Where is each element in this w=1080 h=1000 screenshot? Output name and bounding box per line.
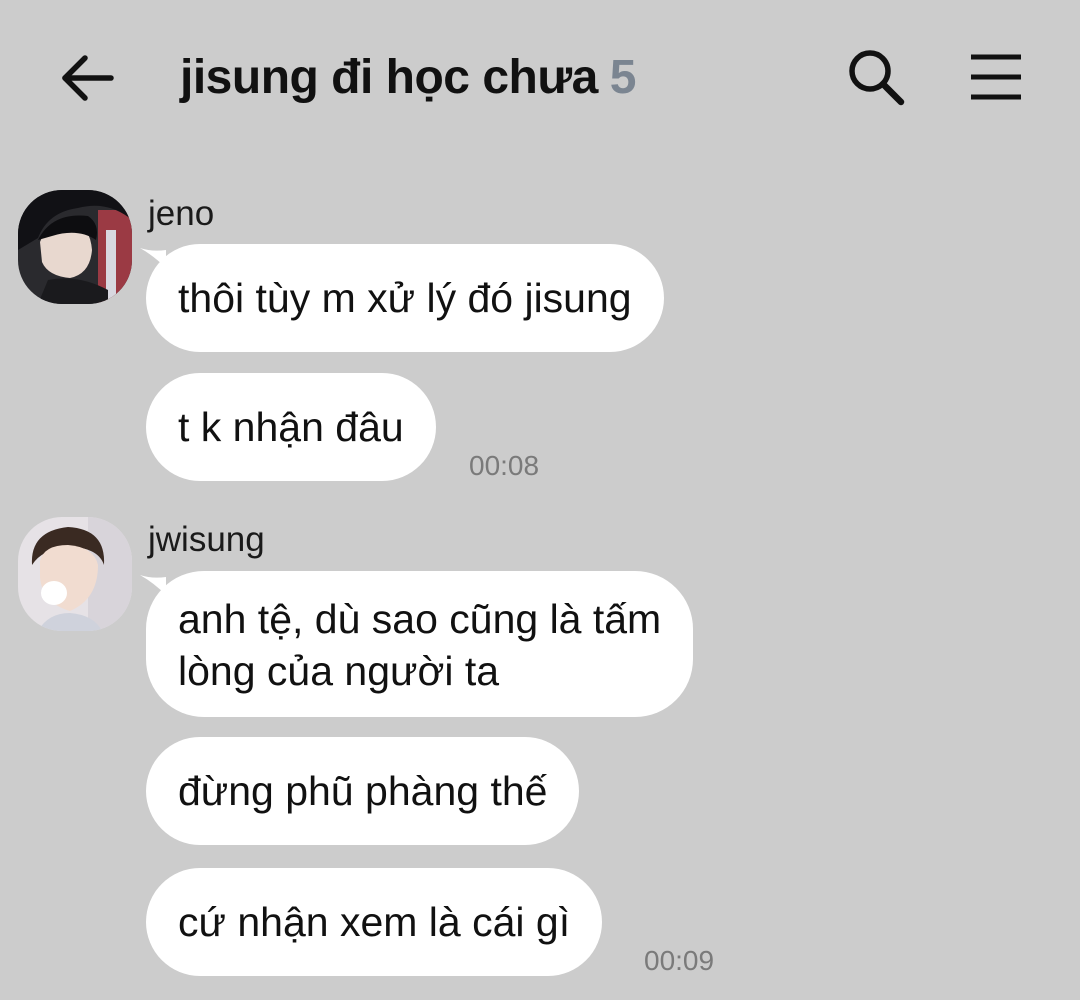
message-bubble[interactable]: đừng phũ phàng thế [146,737,580,845]
chat-title-text: jisung đi học chưa [180,51,598,104]
message-bubble[interactable]: anh tệ, dù sao cũng là tấm lòng của ngườ… [146,571,694,717]
message-bubble[interactable]: cứ nhận xem là cái gì [146,868,603,976]
chat-header: jisung đi học chưa 5 [0,0,1080,155]
member-count: 5 [609,51,637,104]
user-photo-icon [18,190,132,304]
message-bubble[interactable]: t k nhận đâu [146,373,436,481]
user-photo-icon [18,517,132,631]
hamburger-menu-icon [971,54,1021,100]
message-timestamp: 00:08 [469,450,540,481]
sender-name: jeno [148,194,215,233]
arrow-left-icon [62,55,114,101]
search-button[interactable] [845,46,907,108]
sender-name: jwisung [148,520,265,559]
chat-title: jisung đi học chưa 5 [180,48,637,108]
avatar-jwisung[interactable] [18,517,132,631]
menu-button[interactable] [965,50,1027,104]
message-bubble[interactable]: thôi tùy m xử lý đó jisung [146,244,664,352]
back-button[interactable] [55,48,119,108]
avatar-jeno[interactable] [18,190,132,304]
message-timestamp: 00:09 [644,945,715,976]
search-icon [849,50,905,106]
